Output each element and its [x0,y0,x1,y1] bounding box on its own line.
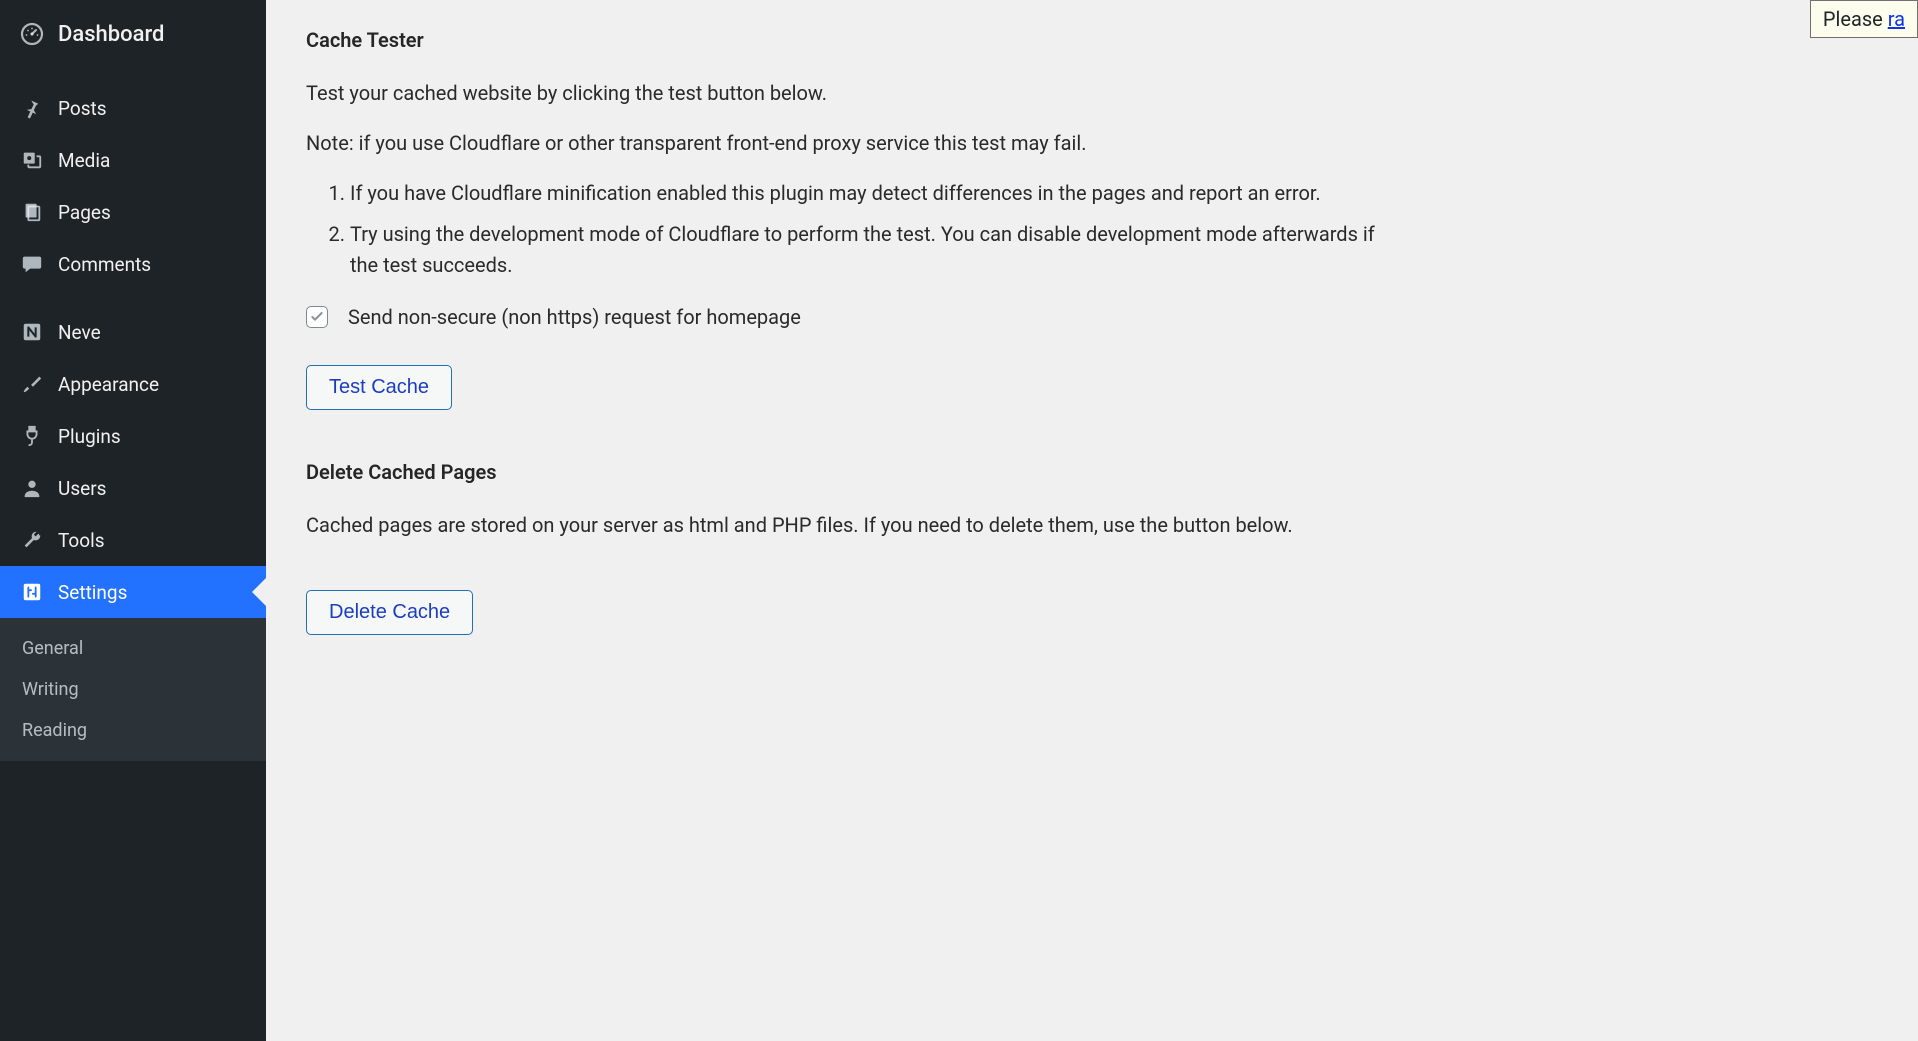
nonsecure-checkbox-row: Send non-secure (non https) request for … [306,305,1878,329]
admin-sidebar: Dashboard Posts Media Pages Comments Nev… [0,0,266,1041]
note-item: Try using the development mode of Cloudf… [350,219,1386,281]
dashboard-icon [18,20,46,48]
main-content: Please ra Cache Tester Test your cached … [266,0,1918,1041]
sidebar-item-label: Appearance [58,373,159,396]
sidebar-item-posts[interactable]: Posts [0,82,266,134]
sidebar-item-plugins[interactable]: Plugins [0,410,266,462]
sliders-icon [18,578,46,606]
plug-icon [18,422,46,450]
sidebar-item-neve[interactable]: Neve [0,306,266,358]
sidebar-item-pages[interactable]: Pages [0,186,266,238]
rating-notice: Please ra [1810,0,1918,38]
sidebar-item-label: Dashboard [58,22,164,47]
cache-tester-intro: Test your cached website by clicking the… [306,78,1386,108]
notice-text: Please [1823,7,1888,31]
sidebar-item-label: Neve [58,321,101,344]
settings-submenu: General Writing Reading [0,618,266,761]
sidebar-item-media[interactable]: Media [0,134,266,186]
brush-icon [18,370,46,398]
sidebar-item-label: Users [58,477,106,500]
media-icon [18,146,46,174]
submenu-item-general[interactable]: General [0,628,266,669]
sidebar-item-label: Comments [58,253,151,276]
sidebar-item-label: Media [58,149,110,172]
sidebar-item-settings[interactable]: Settings [0,566,266,618]
sidebar-item-label: Plugins [58,425,121,448]
delete-cache-heading: Delete Cached Pages [306,460,1878,484]
sidebar-item-label: Posts [58,97,107,120]
comment-icon [18,250,46,278]
neve-icon [18,318,46,346]
nonsecure-checkbox[interactable] [306,306,328,328]
sidebar-item-tools[interactable]: Tools [0,514,266,566]
sidebar-item-label: Tools [58,529,105,552]
sidebar-item-users[interactable]: Users [0,462,266,514]
pages-icon [18,198,46,226]
pin-icon [18,94,46,122]
sidebar-item-label: Pages [58,201,111,224]
note-list: If you have Cloudflare minification enab… [306,178,1386,281]
wrench-icon [18,526,46,554]
cache-tester-note: Note: if you use Cloudflare or other tra… [306,128,1386,158]
sidebar-item-comments[interactable]: Comments [0,238,266,290]
submenu-item-reading[interactable]: Reading [0,710,266,751]
nonsecure-checkbox-label: Send non-secure (non https) request for … [348,305,801,329]
notice-link[interactable]: ra [1888,7,1905,31]
sidebar-item-label: Settings [58,581,127,604]
cache-tester-heading: Cache Tester [306,28,1878,52]
check-icon [309,309,325,325]
sidebar-item-dashboard[interactable]: Dashboard [0,8,266,60]
user-icon [18,474,46,502]
sidebar-item-appearance[interactable]: Appearance [0,358,266,410]
delete-cache-intro: Cached pages are stored on your server a… [306,510,1386,540]
test-cache-button[interactable]: Test Cache [306,365,452,410]
delete-cache-button[interactable]: Delete Cache [306,590,473,635]
note-item: If you have Cloudflare minification enab… [350,178,1386,209]
submenu-item-writing[interactable]: Writing [0,669,266,710]
